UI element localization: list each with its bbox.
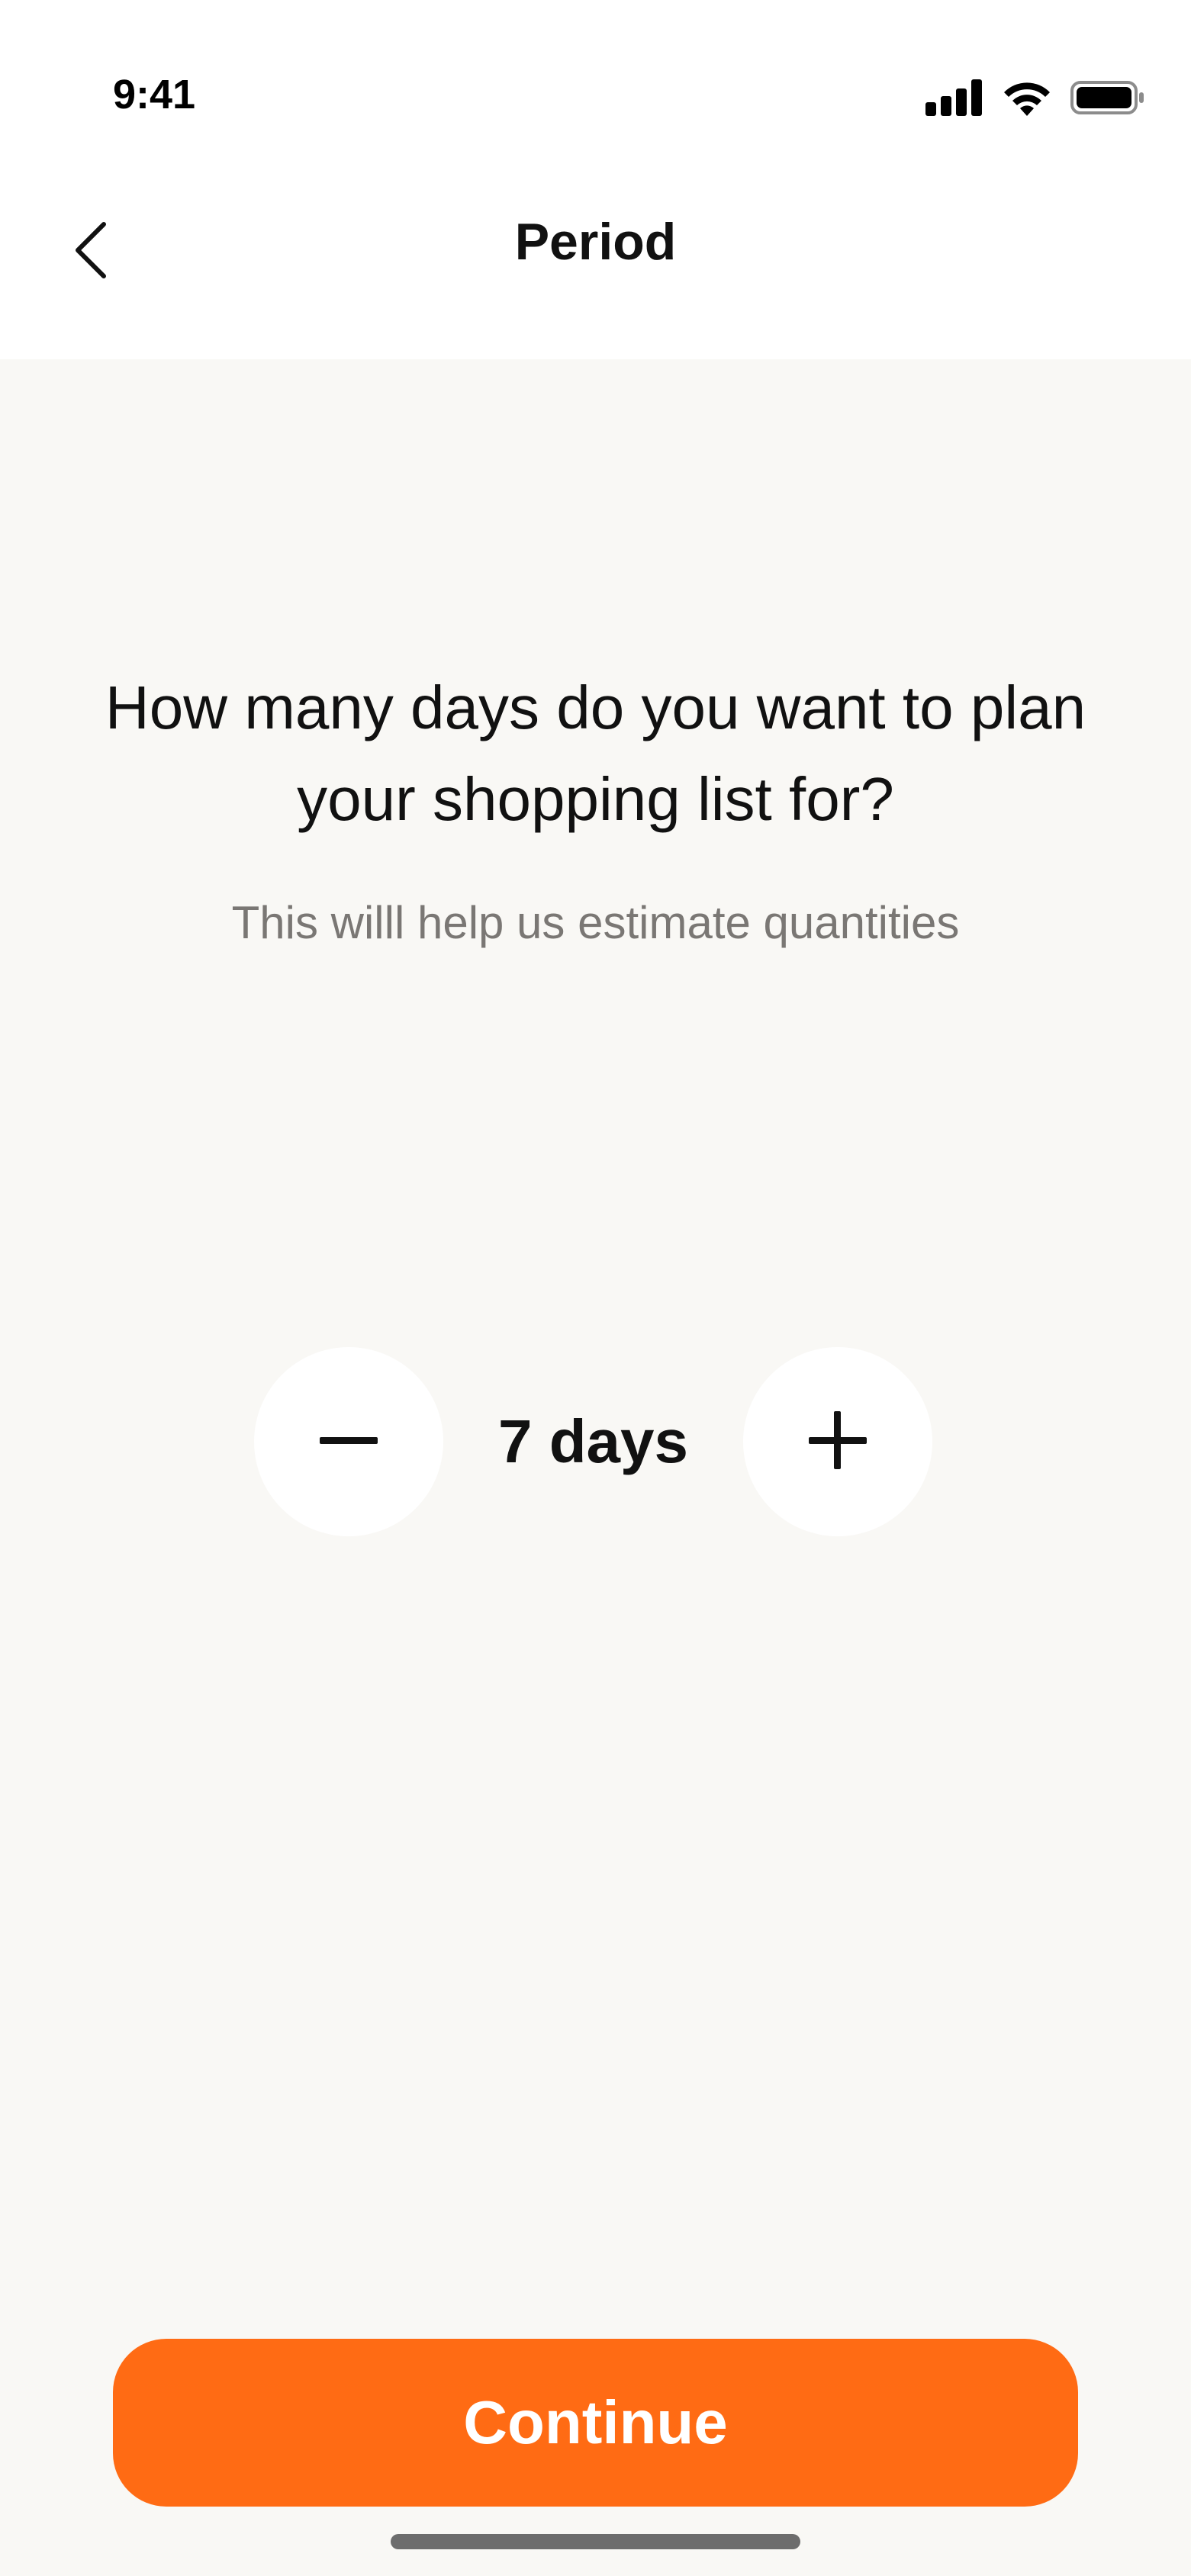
continue-button[interactable]: Continue (113, 2339, 1078, 2507)
cellular-signal-icon (925, 79, 983, 116)
minus-icon (318, 1410, 379, 1475)
status-icons (925, 79, 1145, 116)
decrement-button[interactable] (254, 1347, 443, 1536)
wifi-icon (1002, 79, 1052, 116)
home-indicator (391, 2534, 800, 2549)
status-time: 9:41 (113, 72, 196, 117)
plus-icon (807, 1410, 868, 1475)
page-title: Period (514, 213, 677, 271)
question-subtitle: This willl help us estimate quantities (231, 897, 960, 948)
stepper-value: 7 days (497, 1407, 689, 1475)
increment-button[interactable] (743, 1347, 932, 1536)
days-stepper: 7 days (0, 1347, 1191, 1538)
top-bar: 9:41 Period (0, 0, 1191, 359)
question-heading: How many days do you want to plan your s… (105, 674, 1086, 833)
battery-icon (1070, 79, 1145, 116)
